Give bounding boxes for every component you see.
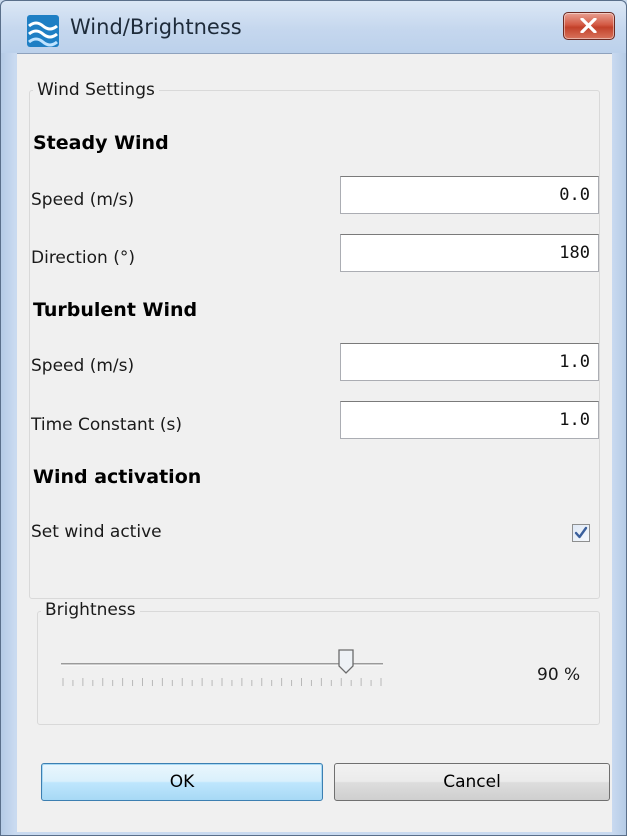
wind-active-checkbox[interactable] xyxy=(572,524,590,542)
window-title: Wind/Brightness xyxy=(70,15,242,39)
wind-waves-icon xyxy=(27,15,59,47)
brightness-value: 90 % xyxy=(537,665,581,685)
steady-speed-label: Speed (m/s) xyxy=(31,190,135,210)
close-button[interactable] xyxy=(563,12,615,40)
close-x-icon xyxy=(580,18,597,33)
steady-speed-input[interactable] xyxy=(340,176,599,214)
turbulent-wind-heading: Turbulent Wind xyxy=(33,299,198,321)
checkmark-icon xyxy=(574,526,588,539)
steady-direction-label: Direction (°) xyxy=(31,248,135,268)
turbulent-speed-label: Speed (m/s) xyxy=(31,356,135,376)
time-constant-input[interactable] xyxy=(340,401,599,439)
ok-button[interactable]: OK xyxy=(41,763,323,801)
wind-active-label: Set wind active xyxy=(31,522,162,542)
time-constant-label: Time Constant (s) xyxy=(31,415,182,435)
slider-ticks xyxy=(62,678,382,686)
dialog-body: Wind Settings Steady Wind Speed (m/s) Di… xyxy=(17,53,612,832)
steady-direction-input[interactable] xyxy=(340,234,599,272)
brightness-title: Brightness xyxy=(41,600,140,620)
wind-activation-heading: Wind activation xyxy=(33,466,202,488)
steady-wind-heading: Steady Wind xyxy=(33,132,169,154)
cancel-button[interactable]: Cancel xyxy=(334,763,610,801)
brightness-slider[interactable] xyxy=(61,644,411,694)
title-bar[interactable]: Wind/Brightness xyxy=(1,1,626,53)
slider-thumb[interactable] xyxy=(338,649,354,674)
dialog-window: Wind/Brightness Wind Settings Steady Win… xyxy=(0,0,627,836)
turbulent-speed-input[interactable] xyxy=(340,343,599,381)
wind-settings-title: Wind Settings xyxy=(33,80,159,100)
